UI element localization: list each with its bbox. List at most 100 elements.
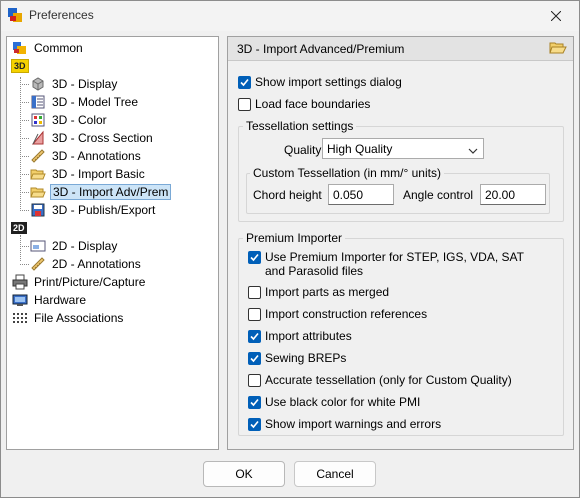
checkbox-label-line-2: and Parasolid files: [265, 264, 364, 278]
checkbox-unchecked-icon: [248, 374, 261, 387]
close-icon: [551, 11, 561, 21]
show-import-warnings-checkbox[interactable]: Show import warnings and errors: [248, 417, 441, 431]
tree-item-3d-color[interactable]: 3D - Color: [29, 111, 109, 129]
tree-item-3d-annotations[interactable]: 3D - Annotations: [29, 147, 143, 165]
checkbox-unchecked-icon: [248, 286, 261, 299]
tree-label: 2D - Annotations: [52, 257, 141, 271]
tree-label: Print/Picture/Capture: [34, 275, 146, 289]
tree-label: 3D - Import Adv/Prem: [50, 184, 172, 200]
checkbox-checked-icon: [248, 396, 261, 409]
file-associations-icon: [11, 310, 29, 326]
chevron-down-icon: [468, 144, 478, 158]
checkbox-label: Import parts as merged: [265, 285, 390, 299]
load-face-boundaries-checkbox[interactable]: Load face boundaries: [238, 97, 370, 111]
checkbox-checked-icon: [248, 352, 261, 365]
import-attributes-checkbox[interactable]: Import attributes: [248, 329, 352, 343]
settings-panel: 3D - Import Advanced/Premium Show import…: [227, 36, 574, 450]
tree-item-3d-display[interactable]: 3D - Display: [29, 75, 119, 93]
custom-tessellation-title: Custom Tessellation (in mm/° units): [250, 166, 444, 180]
chord-height-input[interactable]: [328, 184, 394, 205]
tree-label: 3D - Display: [52, 77, 118, 91]
use-premium-importer-checkbox[interactable]: Use Premium Importer for STEP, IGS, VDA,…: [248, 250, 524, 278]
checkbox-label: Use Premium Importer for STEP, IGS, VDA,…: [265, 250, 524, 278]
cube-icon: [29, 76, 47, 92]
tree-label: Common: [34, 41, 83, 55]
checkbox-checked-icon: [248, 330, 261, 343]
tree-label: 3D - Import Basic: [52, 167, 145, 181]
checkbox-unchecked-icon: [238, 98, 251, 111]
quality-value: High Quality: [327, 142, 393, 156]
ok-button[interactable]: OK: [203, 461, 285, 487]
hardware-icon: [11, 292, 29, 308]
black-color-white-pmi-checkbox[interactable]: Use black color for white PMI: [248, 395, 420, 409]
palette-icon: [29, 112, 47, 128]
angle-control-input[interactable]: [480, 184, 546, 205]
open-folder-button[interactable]: [549, 40, 567, 56]
tree-label: 3D - Color: [52, 113, 107, 127]
checkbox-checked-icon: [248, 251, 261, 264]
title-bar: Preferences: [1, 1, 579, 31]
tree-label: 3D - Publish/Export: [52, 203, 156, 217]
app-icon: [7, 7, 23, 23]
checkbox-label: Import attributes: [265, 329, 352, 343]
tree-item-print[interactable]: Print/Picture/Capture: [11, 273, 147, 291]
import-parts-merged-checkbox[interactable]: Import parts as merged: [248, 285, 389, 299]
ruler-icon: [29, 148, 47, 164]
tree-item-3d-import-adv-prem[interactable]: 3D - Import Adv/Prem: [29, 183, 172, 201]
tree-label: 3D - Cross Section: [52, 131, 153, 145]
checkbox-unchecked-icon: [248, 308, 261, 321]
checkbox-label: Load face boundaries: [255, 97, 371, 111]
model-tree-icon: [29, 94, 47, 110]
tree-item-2d-annotations[interactable]: 2D - Annotations: [29, 255, 143, 273]
folder-open-icon: [29, 184, 47, 200]
quality-dropdown[interactable]: High Quality: [322, 138, 484, 159]
show-import-dialog-checkbox[interactable]: Show import settings dialog: [238, 75, 402, 89]
tree-group-3d[interactable]: 3D: [11, 57, 29, 75]
common-icon: [11, 40, 29, 56]
checkbox-checked-icon: [238, 76, 251, 89]
import-construction-references-checkbox[interactable]: Import construction references: [248, 307, 427, 321]
sewing-breps-checkbox[interactable]: Sewing BREPs: [248, 351, 346, 365]
tree-label: File Associations: [34, 311, 124, 325]
printer-icon: [11, 274, 29, 290]
tree-label: 3D - Model Tree: [52, 95, 139, 109]
tree-label: Hardware: [34, 293, 87, 307]
tree-label: 3D - Annotations: [52, 149, 141, 163]
checkbox-label: Sewing BREPs: [265, 351, 347, 365]
accurate-tessellation-checkbox[interactable]: Accurate tessellation (only for Custom Q…: [248, 373, 512, 387]
display-icon: [29, 238, 47, 254]
checkbox-label-line-1: Use Premium Importer for STEP, IGS, VDA,…: [265, 250, 524, 264]
folder-open-icon: [549, 42, 567, 54]
checkbox-checked-icon: [248, 418, 261, 431]
tree-item-hardware[interactable]: Hardware: [11, 291, 88, 309]
tree-group-2d[interactable]: 2D: [11, 219, 27, 237]
close-button[interactable]: [533, 1, 579, 31]
cancel-button[interactable]: Cancel: [294, 461, 376, 487]
tree-item-3d-model-tree[interactable]: 3D - Model Tree: [29, 93, 140, 111]
tree-item-2d-display[interactable]: 2D - Display: [29, 237, 119, 255]
folder-open-icon: [29, 166, 47, 182]
cross-section-icon: [29, 130, 47, 146]
window-title: Preferences: [29, 8, 94, 22]
checkbox-label: Accurate tessellation (only for Custom Q…: [265, 373, 512, 387]
tree-item-3d-import-basic[interactable]: 3D - Import Basic: [29, 165, 147, 183]
panel-header: 3D - Import Advanced/Premium: [228, 37, 573, 61]
checkbox-label: Show import settings dialog: [255, 75, 402, 89]
tree-item-3d-cross-section[interactable]: 3D - Cross Section: [29, 129, 155, 147]
panel-title: 3D - Import Advanced/Premium: [237, 42, 405, 56]
preferences-tree[interactable]: Common 3D 3D - Display 3D - Model Tree 3…: [6, 36, 219, 450]
tree-item-file-associations[interactable]: File Associations: [11, 309, 125, 327]
tessellation-group-title: Tessellation settings: [243, 119, 357, 133]
tree-label: 2D - Display: [52, 239, 118, 253]
tree-item-common[interactable]: Common: [11, 39, 85, 57]
checkbox-label: Show import warnings and errors: [265, 417, 442, 431]
preferences-dialog: Preferences Common 3D 3D - Display 3D - …: [0, 0, 580, 498]
checkbox-label: Use black color for white PMI: [265, 395, 421, 409]
chord-height-label: Chord height: [253, 188, 322, 202]
checkbox-label: Import construction references: [265, 307, 428, 321]
premium-importer-title: Premium Importer: [243, 231, 346, 245]
angle-control-label: Angle control: [403, 188, 474, 202]
quality-label: Quality: [284, 143, 322, 157]
ruler-icon: [29, 256, 47, 272]
tree-item-3d-publish-export[interactable]: 3D - Publish/Export: [29, 201, 157, 219]
